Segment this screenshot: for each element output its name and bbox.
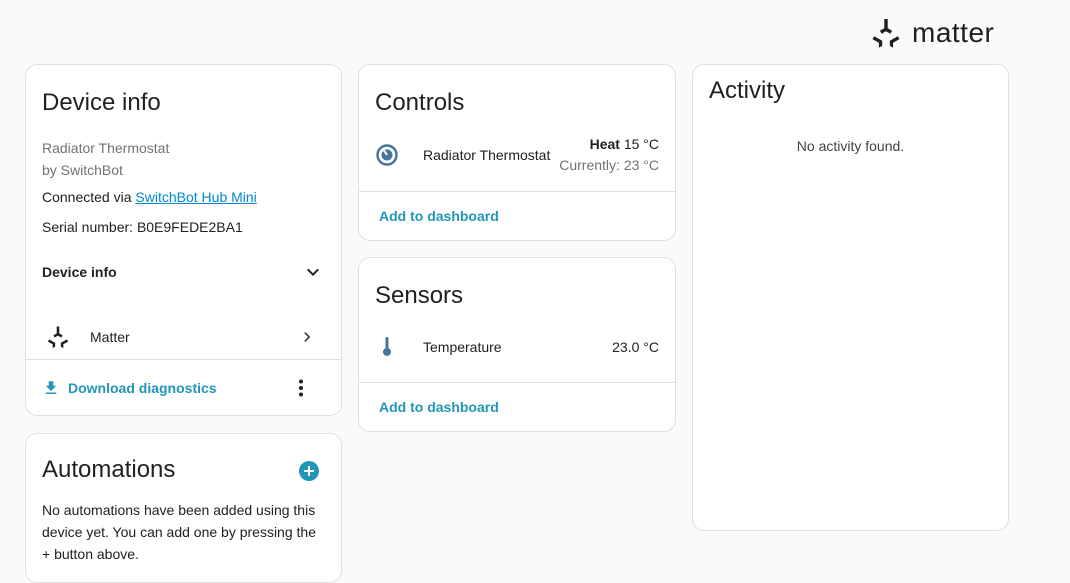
thermostat-mode: Heat [589, 136, 620, 152]
matter-logo-icon [47, 326, 69, 349]
controls-add-to-dashboard-button[interactable]: Add to dashboard [379, 208, 499, 224]
serial-value: B0E9FEDE2BA1 [136, 219, 243, 235]
thermostat-state: Heat 15 °C Currently: 23 °C [559, 136, 659, 173]
integration-matter-row[interactable]: Matter [26, 315, 341, 359]
more-options-button[interactable] [289, 374, 313, 402]
thermometer-icon [383, 337, 391, 356]
expander-label: Device info [42, 264, 117, 280]
temperature-name: Temperature [423, 339, 502, 355]
activity-card: Activity No activity found. [692, 64, 1009, 531]
device-info-expander[interactable]: Device info [42, 261, 325, 283]
chevron-right-icon [304, 332, 311, 342]
divider [359, 382, 675, 383]
device-model-block: Radiator Thermostat by SwitchBot [42, 137, 169, 181]
dots-vertical-icon [299, 379, 303, 397]
chevron-down-icon [307, 268, 319, 276]
controls-card: Controls Radiator Thermostat Heat 15 °C … [358, 64, 676, 241]
connected-via: Connected via SwitchBot Hub Mini [42, 189, 257, 205]
controls-title: Controls [375, 89, 465, 116]
matter-logo-icon [872, 19, 900, 48]
connected-via-label: Connected via [42, 189, 136, 205]
automations-empty-text: No automations have been added using thi… [42, 502, 316, 562]
integration-name: Matter [90, 329, 130, 345]
activity-title: Activity [709, 77, 786, 104]
serial-number: Serial number: B0E9FEDE2BA1 [42, 219, 243, 235]
download-diagnostics-label: Download diagnostics [68, 380, 217, 396]
download-icon [45, 381, 57, 394]
thermostat-target: 15 °C [623, 136, 659, 152]
sensors-title: Sensors [375, 282, 464, 309]
temperature-entity-row[interactable]: Temperature 23.0 °C [359, 325, 675, 369]
temperature-value: 23.0 °C [612, 339, 659, 355]
automations-card: Automations No automations have been add… [25, 433, 342, 583]
add-automation-button[interactable] [297, 459, 321, 483]
device-manufacturer: by SwitchBot [42, 162, 123, 178]
thermostat-entity-row[interactable]: Radiator Thermostat Heat 15 °C Currently… [359, 133, 675, 177]
hub-link[interactable]: SwitchBot Hub Mini [135, 189, 256, 205]
thermostat-name: Radiator Thermostat [423, 147, 551, 163]
sensors-add-to-dashboard-button[interactable]: Add to dashboard [379, 399, 499, 415]
device-info-footer: Download diagnostics [26, 360, 341, 416]
matter-brand-logo: matter [870, 17, 994, 49]
device-info-card: Device info Radiator Thermostat by Switc… [25, 64, 342, 416]
download-diagnostics-button[interactable]: Download diagnostics [42, 374, 217, 402]
automations-title: Automations [42, 456, 176, 483]
brand-name: matter [912, 17, 995, 48]
serial-label: Serial number: [42, 219, 137, 235]
thermostat-current: Currently: 23 °C [559, 157, 659, 173]
divider [359, 191, 675, 192]
activity-empty-text: No activity found. [796, 138, 905, 154]
thermostat-icon [376, 144, 398, 166]
device-model: Radiator Thermostat [42, 140, 170, 156]
sensors-card: Sensors Temperature 23.0 °C Add to dashb… [358, 257, 676, 432]
device-info-title: Device info [42, 89, 161, 116]
